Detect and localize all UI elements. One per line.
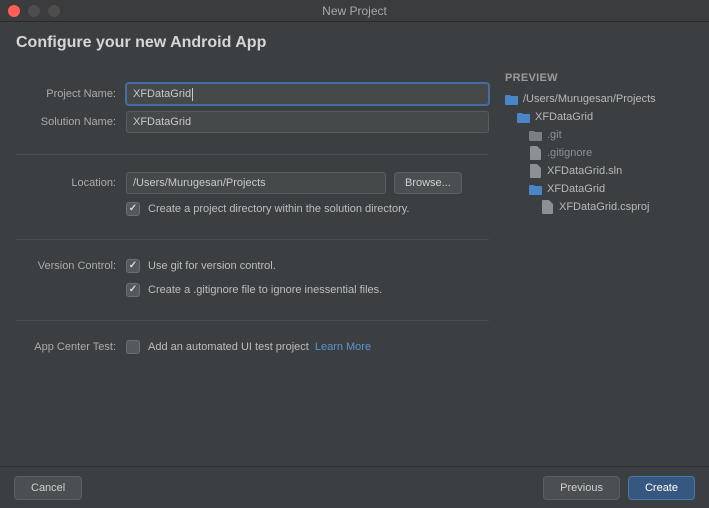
ui-test-label: Add an automated UI test project bbox=[148, 341, 309, 353]
use-git-label: Use git for version control. bbox=[148, 260, 276, 272]
tree-project-dir: XFDataGrid bbox=[505, 180, 693, 198]
tree-label: XFDataGrid bbox=[547, 183, 605, 195]
previous-button[interactable]: Previous bbox=[543, 476, 620, 500]
project-name-field[interactable]: XFDataGrid bbox=[126, 83, 489, 105]
folder-icon bbox=[517, 110, 531, 124]
tree-label: .gitignore bbox=[547, 147, 592, 159]
window-title: New Project bbox=[0, 4, 709, 18]
tree-git-dir: .git bbox=[505, 126, 693, 144]
folder-icon bbox=[529, 128, 543, 142]
cancel-button-label: Cancel bbox=[31, 482, 65, 494]
cancel-button[interactable]: Cancel bbox=[14, 476, 82, 500]
preview-column: PREVIEW /Users/Murugesan/Projects XFData… bbox=[505, 66, 693, 466]
location-field[interactable]: /Users/Murugesan/Projects bbox=[126, 172, 386, 194]
close-window-button[interactable] bbox=[8, 5, 20, 17]
tree-label: XFDataGrid.csproj bbox=[559, 201, 649, 213]
location-value: /Users/Murugesan/Projects bbox=[133, 177, 266, 189]
create-button-label: Create bbox=[645, 482, 678, 494]
tree-root: /Users/Murugesan/Projects bbox=[505, 90, 693, 108]
tree-label: .git bbox=[547, 129, 562, 141]
form-column: Project Name: XFDataGrid Solution Name: … bbox=[16, 66, 505, 466]
folder-icon bbox=[529, 182, 543, 196]
tree-solution-dir: XFDataGrid bbox=[505, 108, 693, 126]
preview-tree: /Users/Murugesan/Projects XFDataGrid .gi… bbox=[505, 90, 693, 216]
location-label: Location: bbox=[16, 177, 126, 189]
tree-gitignore-file: .gitignore bbox=[505, 144, 693, 162]
tree-csproj-file: XFDataGrid.csproj bbox=[505, 198, 693, 216]
file-icon bbox=[541, 200, 555, 214]
solution-name-field[interactable]: XFDataGrid bbox=[126, 111, 489, 133]
gitignore-label: Create a .gitignore file to ignore iness… bbox=[148, 284, 382, 296]
browse-button[interactable]: Browse... bbox=[394, 172, 462, 194]
tree-label: XFDataGrid bbox=[535, 111, 593, 123]
folder-icon bbox=[505, 92, 519, 106]
version-control-label: Version Control: bbox=[16, 260, 126, 272]
traffic-lights bbox=[8, 5, 60, 17]
preview-title: PREVIEW bbox=[505, 72, 693, 84]
project-name-value: XFDataGrid bbox=[133, 88, 191, 100]
previous-button-label: Previous bbox=[560, 482, 603, 494]
file-icon bbox=[529, 146, 543, 160]
titlebar: New Project bbox=[0, 0, 709, 22]
tree-label: XFDataGrid.sln bbox=[547, 165, 622, 177]
create-directory-checkbox[interactable] bbox=[126, 202, 140, 216]
zoom-window-button bbox=[48, 5, 60, 17]
page-title: Configure your new Android App bbox=[0, 22, 709, 66]
ui-test-checkbox[interactable] bbox=[126, 340, 140, 354]
use-git-checkbox[interactable] bbox=[126, 259, 140, 273]
file-icon bbox=[529, 164, 543, 178]
learn-more-link[interactable]: Learn More bbox=[315, 341, 371, 353]
tree-label: /Users/Murugesan/Projects bbox=[523, 93, 656, 105]
app-center-test-label: App Center Test: bbox=[16, 341, 126, 353]
solution-name-label: Solution Name: bbox=[16, 116, 126, 128]
create-directory-label: Create a project directory within the so… bbox=[148, 203, 409, 215]
bottom-bar: Cancel Previous Create bbox=[0, 466, 709, 508]
browse-button-label: Browse... bbox=[405, 177, 451, 189]
text-caret-icon bbox=[192, 88, 193, 101]
gitignore-checkbox[interactable] bbox=[126, 283, 140, 297]
project-name-label: Project Name: bbox=[16, 88, 126, 100]
tree-sln-file: XFDataGrid.sln bbox=[505, 162, 693, 180]
create-button[interactable]: Create bbox=[628, 476, 695, 500]
minimize-window-button bbox=[28, 5, 40, 17]
solution-name-value: XFDataGrid bbox=[133, 116, 191, 128]
